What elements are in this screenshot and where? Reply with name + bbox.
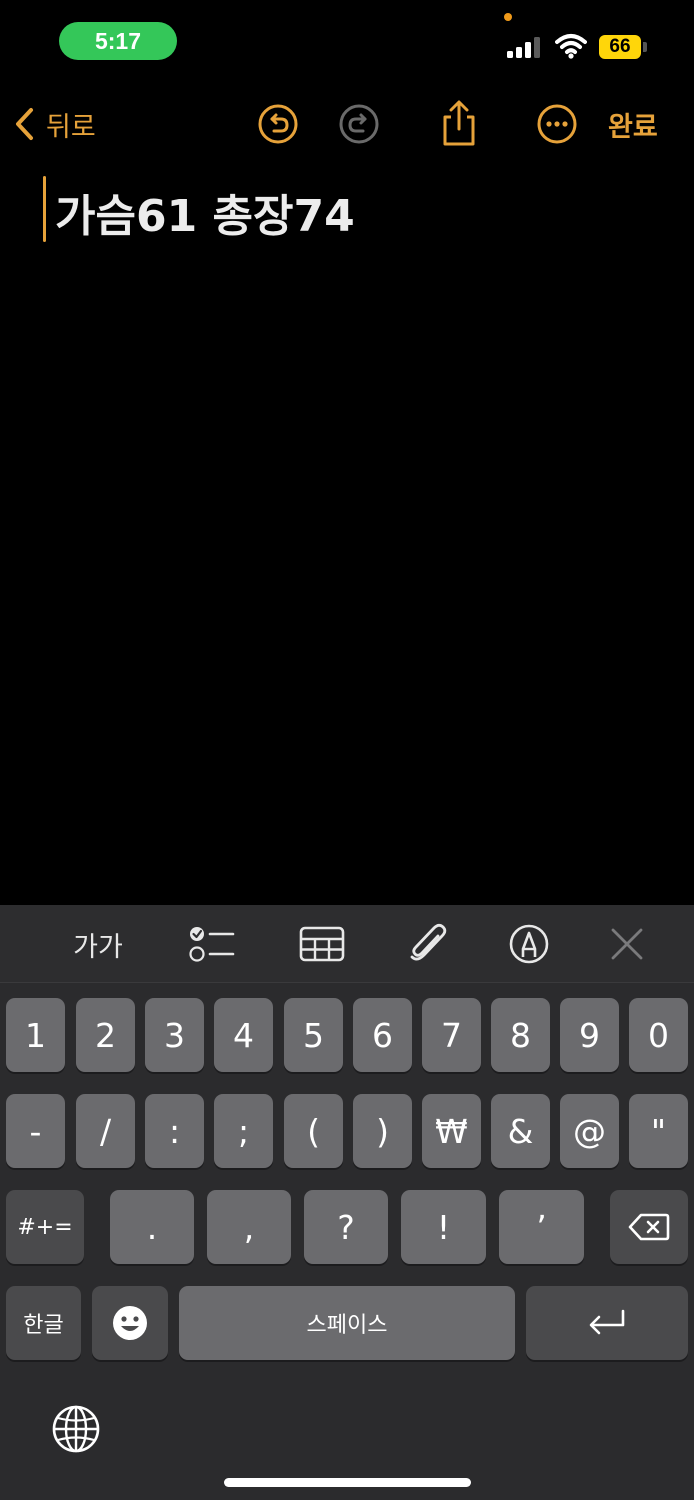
key-3[interactable]: 3	[145, 998, 204, 1072]
text-format-button[interactable]: 가가	[66, 921, 130, 967]
attachment-button[interactable]	[406, 921, 450, 967]
text-cursor	[43, 176, 46, 242]
markup-button[interactable]	[506, 921, 552, 967]
key-symbols[interactable]: #+=	[6, 1190, 84, 1264]
key-question[interactable]: ?	[304, 1190, 388, 1264]
key-at[interactable]: @	[560, 1094, 619, 1168]
key-semicolon[interactable]: ;	[214, 1094, 273, 1168]
status-bar: 5:17 66	[0, 0, 694, 80]
key-ampersand[interactable]: &	[491, 1094, 550, 1168]
key-4[interactable]: 4	[214, 998, 273, 1072]
key-quote[interactable]: "	[629, 1094, 688, 1168]
key-return[interactable]	[526, 1286, 688, 1360]
key-colon[interactable]: :	[145, 1094, 204, 1168]
key-backspace[interactable]	[610, 1190, 688, 1264]
paperclip-icon	[410, 923, 447, 961]
keyboard-keys: 1 2 3 4 5 6 7 8 9 0 - / : ; ( ) ₩ & @ " …	[0, 983, 694, 1500]
undo-button[interactable]	[256, 102, 300, 146]
key-9[interactable]: 9	[560, 998, 619, 1072]
key-2[interactable]: 2	[76, 998, 135, 1072]
redo-icon	[339, 104, 379, 144]
key-emoji[interactable]	[92, 1286, 168, 1360]
back-label: 뒤로	[46, 111, 96, 143]
table-icon	[299, 926, 345, 962]
share-button[interactable]	[437, 98, 481, 148]
more-button[interactable]	[535, 102, 579, 146]
close-icon	[611, 928, 643, 960]
key-comma[interactable]: ,	[207, 1190, 291, 1264]
keyboard-area: 가가 1 2 3 4 5 6 7 8 9 0 - /: ; () ₩ & @…	[0, 905, 694, 1500]
mic-indicator-dot	[504, 13, 512, 21]
key-8[interactable]: 8	[491, 998, 550, 1072]
formatting-toolbar: 가가	[0, 905, 694, 983]
share-icon	[443, 100, 475, 146]
key-slash[interactable]: /	[76, 1094, 135, 1168]
key-hyphen[interactable]: -	[6, 1094, 65, 1168]
key-won[interactable]: ₩	[422, 1094, 481, 1168]
notes-screen: 5:17 66 뒤로 완료 가슴61 총장74 가가 1 2 3 4 5 6 7…	[0, 0, 694, 1500]
redo-button[interactable]	[337, 102, 381, 146]
note-title-text[interactable]: 가슴61 총장74	[55, 180, 355, 244]
key-hangul[interactable]: 한글	[6, 1286, 81, 1360]
checklist-icon	[189, 927, 235, 962]
key-close-paren[interactable]: )	[353, 1094, 412, 1168]
markup-pen-icon	[509, 924, 549, 964]
key-exclamation[interactable]: !	[401, 1190, 486, 1264]
close-toolbar-button[interactable]	[606, 921, 648, 967]
return-icon	[589, 1309, 625, 1335]
more-icon	[537, 104, 577, 144]
globe-icon[interactable]	[50, 1403, 102, 1455]
battery-indicator: 66	[599, 35, 641, 59]
done-button[interactable]: 완료	[608, 102, 658, 146]
chevron-left-icon	[16, 108, 33, 140]
key-5[interactable]: 5	[284, 998, 343, 1072]
backspace-icon	[628, 1213, 670, 1241]
cellular-signal-icon	[507, 37, 540, 58]
key-1[interactable]: 1	[6, 998, 65, 1072]
undo-icon	[258, 104, 298, 144]
note-nav-bar: 뒤로 완료	[0, 96, 694, 152]
key-0[interactable]: 0	[629, 998, 688, 1072]
emoji-icon	[113, 1306, 147, 1340]
home-indicator[interactable]	[224, 1478, 471, 1487]
back-button[interactable]: 뒤로	[14, 102, 96, 146]
checklist-button[interactable]	[186, 921, 238, 967]
status-time[interactable]: 5:17	[59, 22, 177, 60]
key-apostrophe[interactable]: ’	[499, 1190, 584, 1264]
key-open-paren[interactable]: (	[284, 1094, 343, 1168]
key-7[interactable]: 7	[422, 998, 481, 1072]
note-editor[interactable]: 가슴61 총장74	[0, 170, 694, 900]
key-6[interactable]: 6	[353, 998, 412, 1072]
wifi-icon	[555, 34, 587, 59]
table-button[interactable]	[298, 921, 346, 967]
key-period[interactable]: .	[110, 1190, 194, 1264]
key-space[interactable]: 스페이스	[179, 1286, 515, 1360]
battery-tip	[643, 42, 647, 52]
